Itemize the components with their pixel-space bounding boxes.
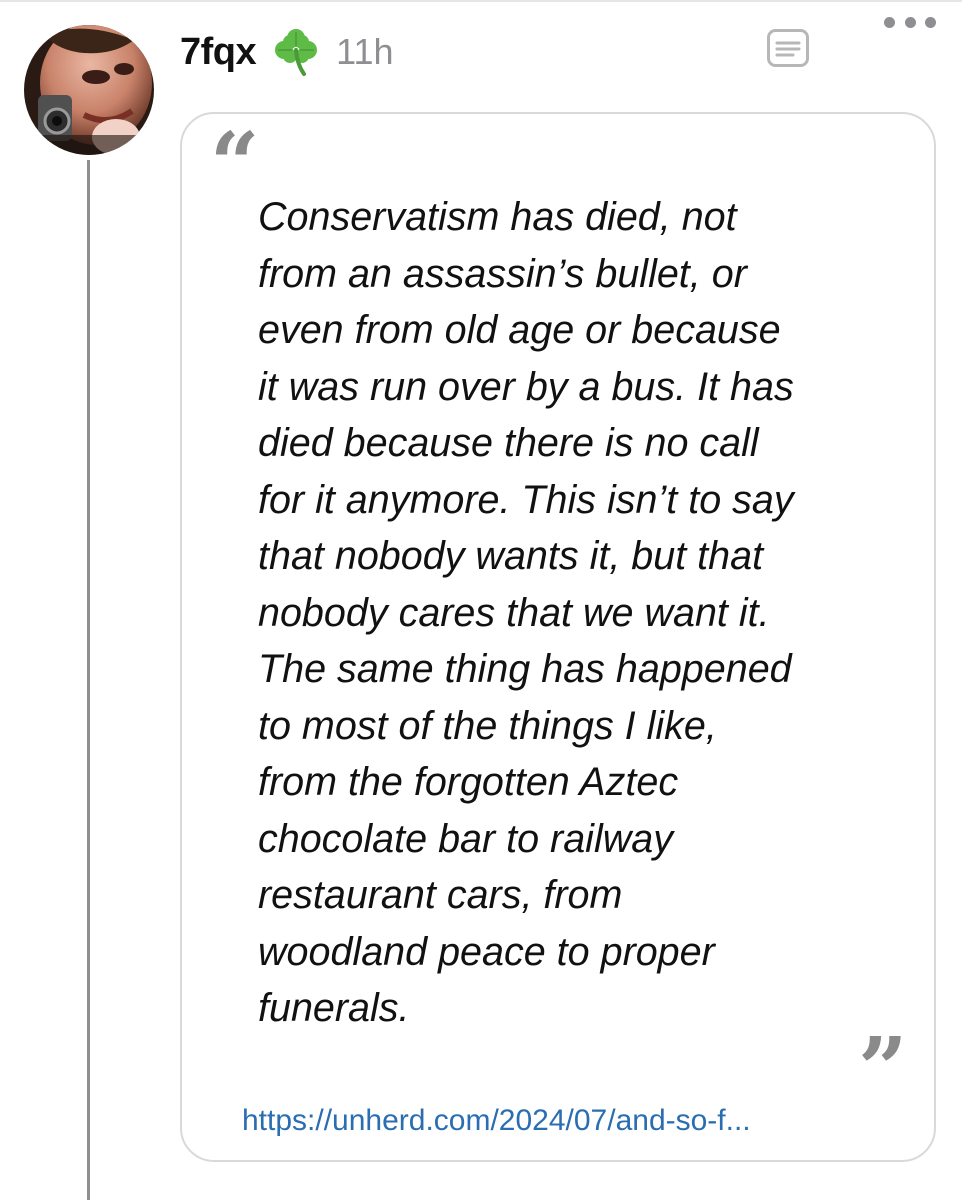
quote-text: Conservatism has died, not from an assas…	[258, 195, 794, 1030]
shamrock-icon	[270, 26, 322, 78]
username[interactable]: 7fqx	[180, 31, 257, 74]
more-dot-icon	[904, 16, 916, 28]
avatar[interactable]	[24, 25, 154, 155]
open-quote-icon: “	[210, 114, 260, 215]
more-dot-icon	[884, 16, 895, 28]
thread-line	[87, 160, 90, 1200]
post-header: 7fqx 11h	[180, 22, 394, 82]
post-timestamp: 11h	[336, 31, 394, 72]
source-link[interactable]: https://unherd.com/2024/07/and-so-f...	[242, 1104, 751, 1138]
quote-card[interactable]: “ Conservatism has died, not from an ass…	[180, 112, 936, 1162]
more-options-button[interactable]	[884, 12, 936, 32]
more-dot-icon	[925, 16, 936, 28]
top-divider	[0, 0, 962, 2]
post-text-icon[interactable]	[767, 29, 809, 67]
close-quote-icon: ”	[858, 1019, 908, 1120]
